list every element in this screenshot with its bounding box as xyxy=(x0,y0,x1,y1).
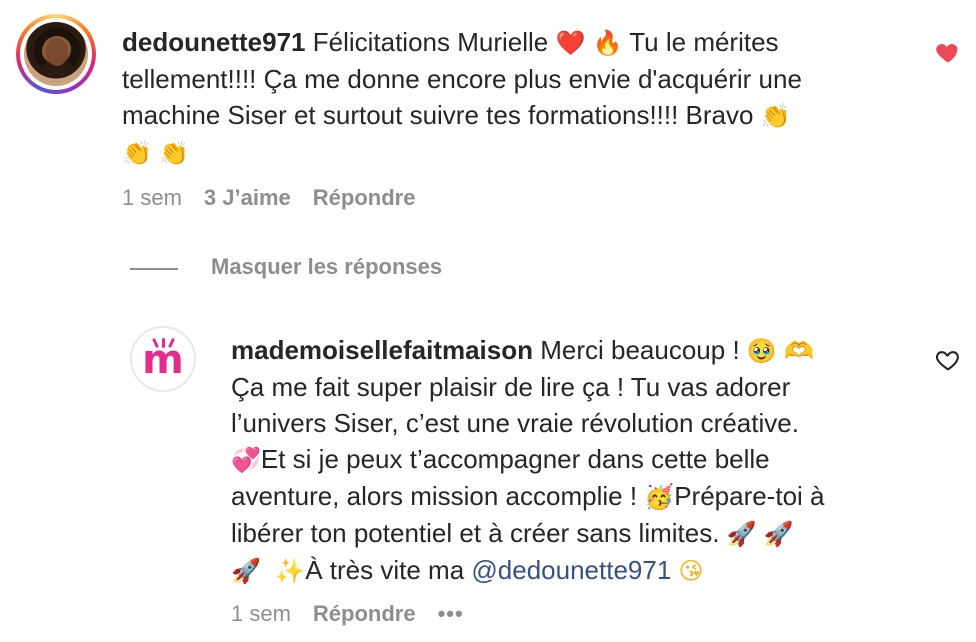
replies-divider xyxy=(130,268,178,270)
clap-emoji: 👏 xyxy=(122,139,152,167)
reply-username[interactable]: mademoisellefaitmaison xyxy=(231,335,533,365)
heart-outline-icon[interactable] xyxy=(934,346,962,374)
comment-username[interactable]: dedounette971 xyxy=(122,27,306,57)
heart-filled-icon[interactable] xyxy=(934,38,962,66)
comment-time[interactable]: 1 sem xyxy=(122,185,182,210)
pleading-face-emoji: 🥹 xyxy=(746,337,777,365)
rocket-emoji: 🚀 xyxy=(763,520,794,548)
hide-replies-button[interactable]: Masquer les réponses xyxy=(211,254,442,280)
clap-emoji: 👏 xyxy=(760,102,791,130)
mention-link[interactable]: @dedounette971 xyxy=(471,555,671,585)
more-options-icon[interactable]: ••• xyxy=(438,601,464,626)
party-face-emoji: 🥳 xyxy=(644,483,675,511)
reply-time[interactable]: 1 sem xyxy=(231,601,291,626)
reply-button[interactable]: Répondre xyxy=(313,185,416,210)
fire-emoji: 🔥 xyxy=(592,29,623,57)
red-heart-emoji: ❤️ xyxy=(555,29,586,57)
sparkles-emoji: ✨ xyxy=(275,557,306,585)
reply-reply-button[interactable]: Répondre xyxy=(313,601,416,626)
rocket-emoji: 🚀 xyxy=(231,557,261,585)
kiss-face-emoji: 😘 xyxy=(678,557,704,585)
reply-body: mademoisellefaitmaison Merci beaucoup ! … xyxy=(231,335,825,585)
commenter-avatar[interactable] xyxy=(16,14,96,94)
comment-body: dedounette971 Félicitations Murielle ❤️ … xyxy=(122,27,802,167)
comment-likes-count[interactable]: 3 J’aime xyxy=(204,185,291,210)
brand-avatar[interactable]: m xyxy=(130,326,196,392)
comment-meta: 1 sem 3 J’aime Répondre xyxy=(122,185,437,211)
two-hearts-emoji: 💞 xyxy=(231,446,261,474)
avatar-photo xyxy=(24,22,88,86)
brand-logo-m: m xyxy=(142,337,184,383)
reply-meta: 1 sem Répondre ••• xyxy=(231,601,486,627)
rocket-emoji: 🚀 xyxy=(726,520,757,548)
clap-emoji: 👏 xyxy=(159,139,190,167)
heart-hands-emoji: 🫶 xyxy=(784,337,814,365)
